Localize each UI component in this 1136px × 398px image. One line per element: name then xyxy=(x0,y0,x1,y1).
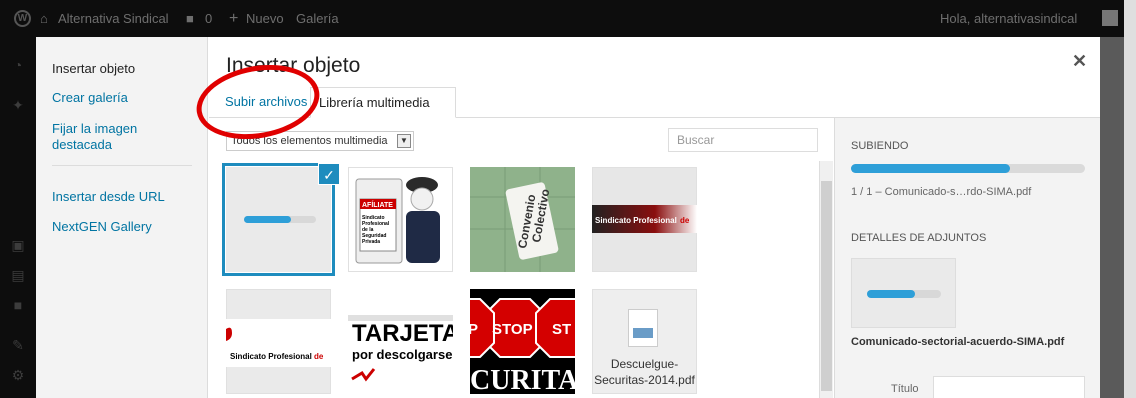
svg-text:Sindicato Profesional: Sindicato Profesional xyxy=(595,216,677,225)
comments-count[interactable]: 0 xyxy=(205,0,212,37)
menu-nextgen-gallery[interactable]: NextGEN Gallery xyxy=(52,219,152,235)
afiliate-thumbnail: AFÍLIATE Sindicato Profesional de la Seg… xyxy=(355,177,440,264)
media-modal: Insertar objeto Crear galería Fijar la i… xyxy=(36,37,1100,398)
tab-media-library[interactable]: Librería multimedia xyxy=(310,87,456,118)
svg-text:Sindicato Profesional: Sindicato Profesional xyxy=(230,352,312,361)
media-menu: Insertar objeto Crear galería Fijar la i… xyxy=(36,37,208,398)
attachment-details-heading: DETALLES DE ADJUNTOS xyxy=(851,232,987,244)
svg-text:STOP: STOP xyxy=(492,321,533,338)
site-name-link[interactable]: Alternativa Sindical xyxy=(58,0,169,37)
plus-icon[interactable]: + xyxy=(229,0,238,37)
upload-progress-fill xyxy=(851,164,1011,173)
page-scrollbar[interactable] xyxy=(1124,0,1136,398)
menu-separator xyxy=(52,165,192,166)
comments-icon[interactable]: ■ xyxy=(186,0,194,37)
menu-insert-object[interactable]: Insertar objeto xyxy=(52,61,135,77)
attachments-grid: AFÍLIATE Sindicato Profesional de la Seg… xyxy=(209,159,819,398)
uploading-heading: SUBIENDO xyxy=(851,140,909,152)
svg-text:Privada: Privada xyxy=(362,239,380,245)
new-link[interactable]: Nuevo xyxy=(246,0,284,37)
thumb-progress-track xyxy=(867,290,941,298)
title-label: Título xyxy=(891,383,919,395)
pin-icon[interactable]: ✦ xyxy=(10,97,26,113)
stop-thumbnail: STOP P ST CURITA xyxy=(470,289,575,394)
attachment-pdf[interactable]: Descuelgue-Securitas-2014.pdf xyxy=(592,289,697,394)
checkmark-icon[interactable]: ✓ xyxy=(318,163,340,185)
attachment-sindicato-2[interactable]: Sindicato Profesional de xyxy=(226,289,331,394)
chevron-down-icon[interactable]: ▼ xyxy=(397,134,411,148)
attachment-sidebar: SUBIENDO 1 / 1 – Comunicado-s…rdo-SIMA.p… xyxy=(834,118,1100,398)
menu-featured-image[interactable]: Fijar la imagen destacada xyxy=(52,121,182,153)
svg-text:de: de xyxy=(680,216,690,225)
attachment-convenio[interactable]: Convenio Colectivo xyxy=(470,167,575,272)
thumb-progress-fill xyxy=(867,290,916,298)
svg-text:CURITA: CURITA xyxy=(470,365,575,394)
greeting-link[interactable]: Hola, alternativasindical xyxy=(940,0,1077,37)
media-icon[interactable]: ▣ xyxy=(10,237,26,253)
home-icon[interactable]: ⌂ xyxy=(40,0,48,37)
sindicato-banner-2-thumbnail: Sindicato Profesional de xyxy=(226,319,331,367)
attachment-uploading[interactable] xyxy=(226,167,331,272)
svg-text:ST: ST xyxy=(552,321,571,338)
attachment-thumbnail xyxy=(851,258,956,328)
pages-icon[interactable]: ▤ xyxy=(10,267,26,283)
admin-bar: W ⌂ Alternativa Sindical ■ 0 + Nuevo Gal… xyxy=(0,0,1136,37)
scroll-thumb[interactable] xyxy=(821,181,832,391)
close-icon[interactable]: ✕ xyxy=(1072,51,1087,72)
search-input[interactable]: Buscar xyxy=(668,128,818,152)
comments-menu-icon[interactable]: ■ xyxy=(10,297,26,313)
svg-text:P: P xyxy=(470,321,478,338)
attachment-stop[interactable]: STOP P ST CURITA xyxy=(470,289,575,394)
upload-file-status: 1 / 1 – Comunicado-s…rdo-SIMA.pdf xyxy=(851,186,1032,198)
upload-progress-track xyxy=(851,164,1085,173)
svg-text:de: de xyxy=(314,352,324,361)
menu-create-gallery[interactable]: Crear galería xyxy=(52,90,128,106)
avatar[interactable] xyxy=(1102,10,1118,26)
gallery-link[interactable]: Galería xyxy=(296,0,339,37)
svg-text:AFÍLIATE: AFÍLIATE xyxy=(362,200,393,209)
tarjeta-thumbnail: TARJETA por descolgarse de xyxy=(348,289,453,394)
plugins-icon[interactable]: ⚙ xyxy=(10,367,26,383)
title-field[interactable] xyxy=(933,376,1085,398)
dashboard-icon[interactable]: ◔ xyxy=(10,57,26,73)
attachment-afiliate[interactable]: AFÍLIATE Sindicato Profesional de la Seg… xyxy=(348,167,453,272)
attachment-filename: Descuelgue-Securitas-2014.pdf xyxy=(594,357,695,387)
appearance-icon[interactable]: ✎ xyxy=(10,337,26,353)
attachment-tarjeta[interactable]: TARJETA por descolgarse de xyxy=(348,289,453,394)
attachment-sindicato-1[interactable]: Sindicato Profesional de xyxy=(592,167,697,272)
grid-scrollbar[interactable] xyxy=(819,161,833,398)
svg-text:TARJETA: TARJETA xyxy=(352,320,453,347)
upload-progress-fill xyxy=(244,216,291,223)
sindicato-banner-thumbnail: Sindicato Profesional de xyxy=(592,205,697,233)
menu-insert-from-url[interactable]: Insertar desde URL xyxy=(52,189,165,205)
svg-text:por descolgarse de: por descolgarse de xyxy=(352,347,453,362)
convenio-thumbnail: Convenio Colectivo xyxy=(470,167,575,272)
upload-progress-track xyxy=(244,216,316,223)
attachment-name: Comunicado-sectorial-acuerdo-SIMA.pdf xyxy=(851,336,1065,348)
document-icon xyxy=(628,309,658,347)
wordpress-logo-icon[interactable]: W xyxy=(14,10,31,27)
admin-sidebar: ◔ ✦ ▣ ▤ ■ ✎ ⚙ xyxy=(0,37,36,398)
